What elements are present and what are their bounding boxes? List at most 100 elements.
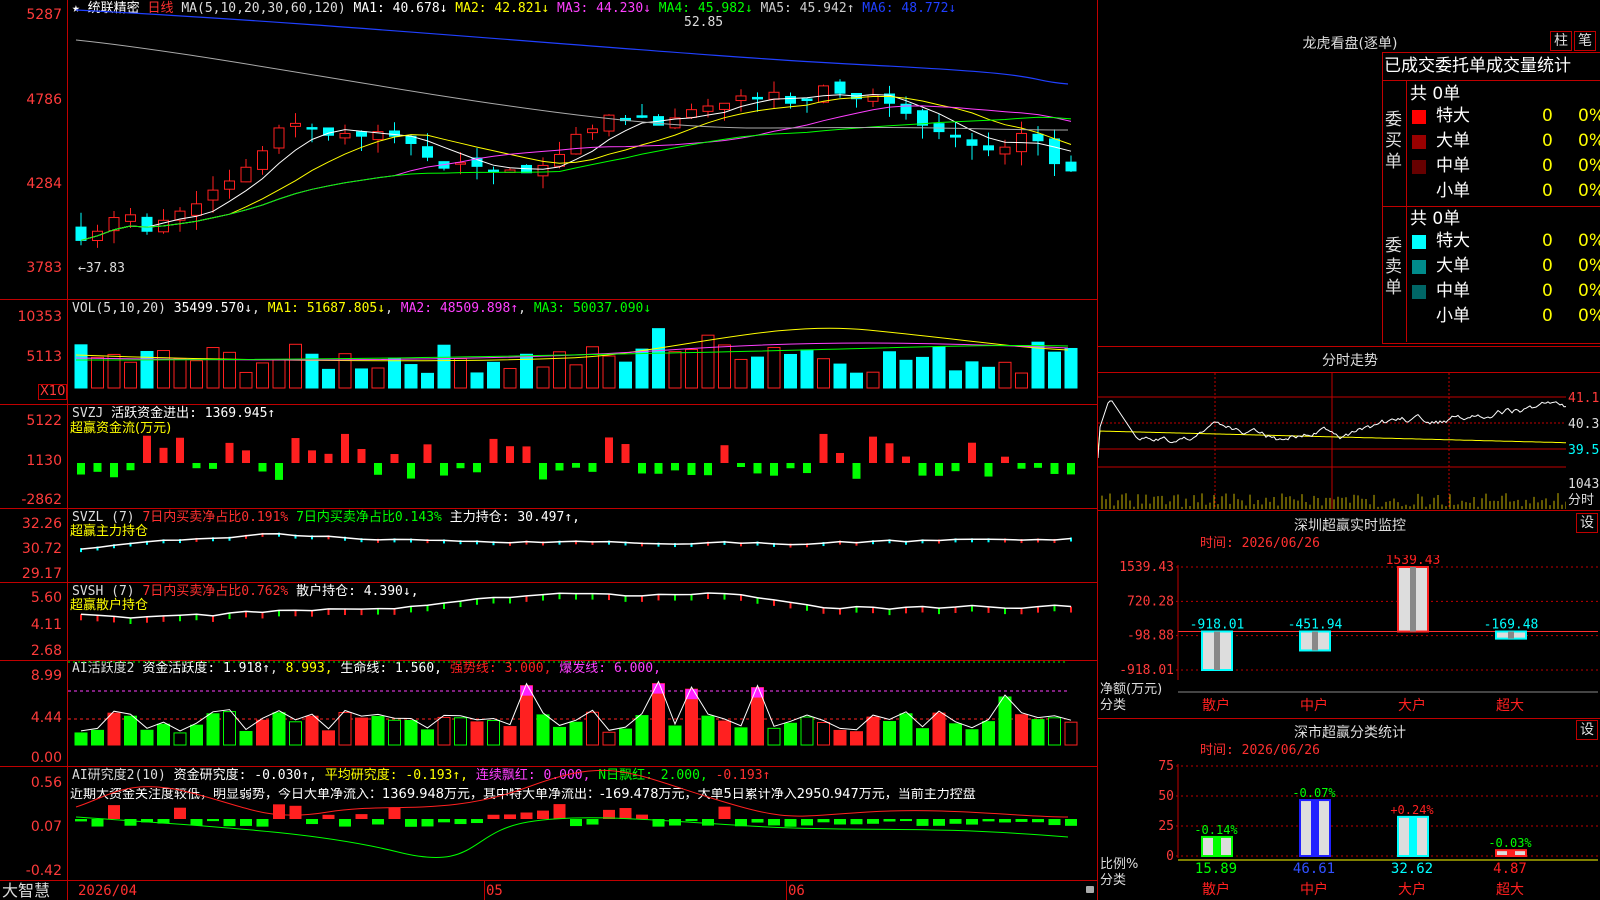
research-bar <box>355 814 368 819</box>
volume-bar <box>437 344 451 389</box>
longhu-row-n: 0 <box>1542 131 1553 151</box>
volume-bar <box>1031 341 1045 389</box>
legend-swatch <box>1412 260 1426 274</box>
vol-chart <box>74 327 1078 389</box>
activity-bar <box>91 729 104 746</box>
date-tick-06 <box>786 880 787 900</box>
brand-logo[interactable]: 大智慧 <box>2 882 50 900</box>
kline-chart[interactable] <box>68 0 1097 299</box>
research-avg-line <box>75 769 1069 818</box>
activity-bar <box>157 723 170 746</box>
activity-bar <box>1048 717 1061 746</box>
longhu-row-n: 0 <box>1542 281 1553 301</box>
longhu-row-name: 大单 <box>1436 131 1470 151</box>
longhu-row-n: 0 <box>1542 306 1553 326</box>
volume-bar <box>256 362 269 389</box>
candle-body <box>75 226 87 241</box>
monitor-settings-button[interactable]: 设 <box>1576 513 1598 533</box>
classify-y-tick: 75 <box>1158 759 1174 774</box>
svsh-tick <box>872 607 874 614</box>
sell-total: 共 0单 <box>1410 209 1461 229</box>
longhu-row-name: 特大 <box>1436 106 1470 126</box>
candle-body <box>735 95 747 102</box>
activity-bar <box>586 711 599 746</box>
classify-top-line <box>1097 718 1600 719</box>
flow-bar <box>753 463 762 474</box>
activity-bar <box>619 728 632 746</box>
volume-bar <box>289 343 302 389</box>
flow-bar <box>110 463 118 478</box>
volume-bar <box>272 359 286 389</box>
svzj-y-2862: -2862 <box>21 492 62 508</box>
flow-bar <box>440 463 448 476</box>
volume-bar <box>487 361 500 389</box>
svzl-chart <box>80 532 1072 553</box>
activity-bar <box>916 728 929 746</box>
research-bar <box>322 814 335 819</box>
flow-bar <box>407 463 415 479</box>
candle-body <box>818 85 829 103</box>
flow-bar <box>489 438 498 463</box>
longhu-row-n: 0 <box>1542 106 1553 126</box>
longhu-row-n: 0 <box>1542 156 1553 176</box>
volume-bar <box>454 358 467 389</box>
volume-bar <box>701 334 715 389</box>
flow-bar <box>720 445 729 463</box>
svsh-tick <box>261 612 264 619</box>
research-bar <box>421 819 434 827</box>
activity-bar <box>305 715 319 746</box>
svsh-tick <box>228 613 231 620</box>
lock-icon[interactable] <box>1086 886 1094 893</box>
flow-bar <box>671 463 679 471</box>
volume-bar <box>223 351 236 389</box>
candle-body <box>752 96 763 100</box>
ai-active-chart <box>68 661 1078 746</box>
research-bar <box>636 814 648 819</box>
volume-bar <box>157 350 170 389</box>
volume-bar <box>932 346 946 389</box>
candle-body <box>537 164 549 177</box>
candle-body <box>966 139 978 146</box>
svsh-tick <box>641 595 643 602</box>
volume-bar <box>239 371 253 389</box>
svsh-tick <box>129 617 132 624</box>
longhu-btn-bar[interactable]: 柱 <box>1550 31 1572 51</box>
research-bar <box>471 819 483 824</box>
monitor-bar-shade <box>1312 631 1318 651</box>
research-bar <box>174 807 186 819</box>
flow-bar <box>1001 456 1009 463</box>
longhu-row-p: 0% <box>1578 106 1600 126</box>
svsh-tick <box>113 616 115 623</box>
activity-bar <box>1031 719 1045 746</box>
monitor-y-tick: -98.88 <box>1127 629 1174 644</box>
volume-bar <box>1015 372 1028 389</box>
activity-bar <box>1064 721 1078 746</box>
flow-bar <box>885 443 894 463</box>
research-bar <box>619 808 632 819</box>
candle-body <box>125 214 136 222</box>
flow-bar <box>242 450 250 463</box>
research-bar <box>256 819 269 827</box>
monitor-chart: 1539.43 720.28 -98.88 -918.01 -918.01 散户 -451.… <box>1119 555 1598 714</box>
volume-bar <box>982 366 995 389</box>
svsh-tick <box>789 602 792 609</box>
monitor-category: 超大 <box>1496 698 1524 714</box>
longhu-btn-tick[interactable]: 笔 <box>1574 31 1596 51</box>
classify-settings-button[interactable]: 设 <box>1576 720 1598 740</box>
flow-bar <box>522 446 531 463</box>
intraday-chart[interactable] <box>1098 373 1566 509</box>
monitor-bar-value: -451.94 <box>1288 618 1343 633</box>
volume-bar <box>74 344 88 389</box>
svsh-tick <box>360 609 363 616</box>
volume-bar <box>751 356 764 389</box>
activity-bar <box>701 715 715 746</box>
classify-chart: 75 50 25 0 -0.14% 15.89 散户 -0.07% 46.61 中户 +0.24% 3… <box>1158 759 1598 898</box>
activity-bar <box>371 715 385 746</box>
date-label-04: 2026/04 <box>78 883 138 899</box>
candle-body <box>488 169 499 173</box>
flow-bar <box>803 463 811 474</box>
flow-bar <box>1050 463 1059 474</box>
ma6-line <box>75 9 1069 85</box>
candle-body <box>240 166 252 183</box>
volume-bar <box>767 346 781 389</box>
